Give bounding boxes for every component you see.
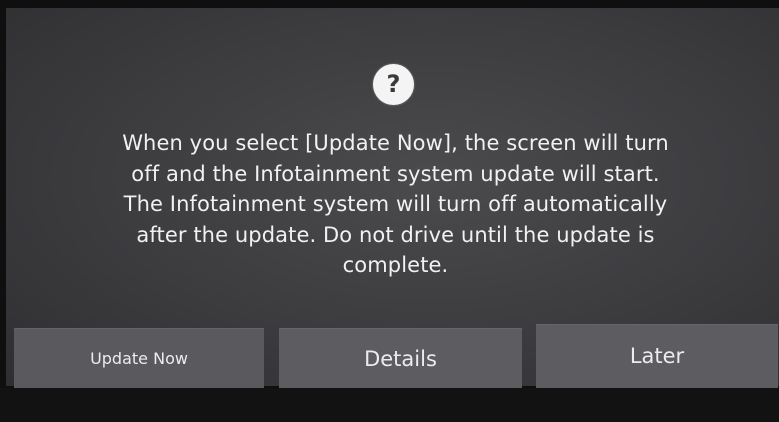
message-line: When you select [Update Now], the screen… [122, 131, 669, 155]
dialog-message: When you select [Update Now], the screen… [18, 128, 773, 281]
message-line: complete. [342, 253, 449, 277]
update-now-button[interactable]: Update Now [14, 328, 264, 390]
question-icon: ? [373, 64, 414, 105]
screen-bezel-bottom [0, 388, 779, 422]
message-line: The Infotainment system will turn off au… [123, 192, 668, 216]
message-line: after the update. Do not drive until the… [136, 222, 655, 247]
message-line: off and the Infotainment system update w… [131, 161, 660, 186]
update-confirmation-dialog: ? When you select [Update Now], the scre… [6, 8, 779, 390]
details-button[interactable]: Details [279, 328, 522, 390]
infotainment-screen: ? When you select [Update Now], the scre… [0, 0, 779, 422]
later-button[interactable]: Later [536, 324, 778, 388]
